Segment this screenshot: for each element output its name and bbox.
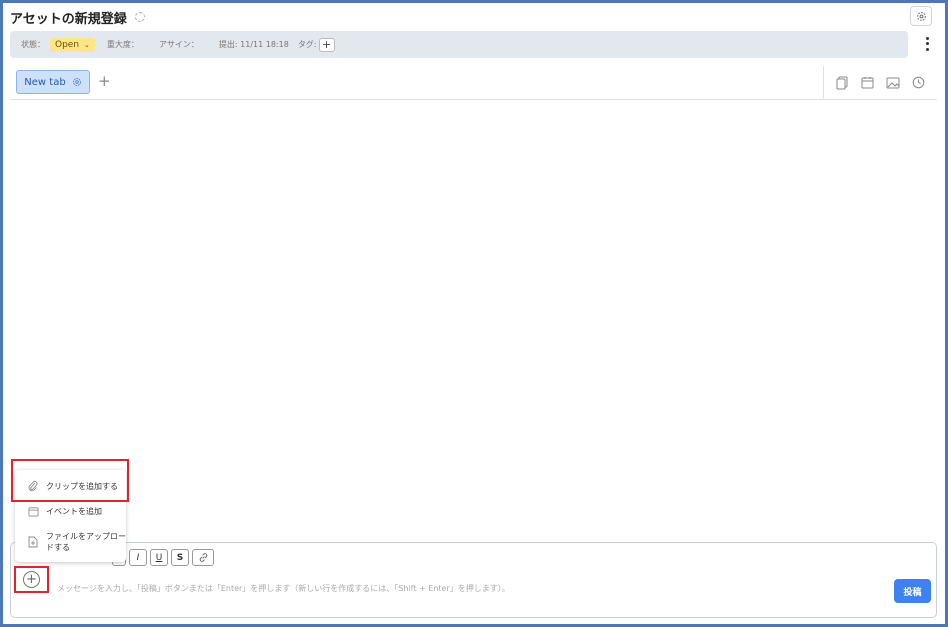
add-attachment-button[interactable]: + [23,571,40,588]
tab-label: New tab [24,76,66,88]
page-title: アセットの新規登録 [10,11,127,27]
tab-bar: New tab + [10,66,937,100]
tab-settings-icon[interactable] [72,77,82,87]
add-tag-button[interactable]: + [318,37,335,52]
calendar-icon [27,505,39,517]
menu-item-label: ファイルをアップロー ドする [46,531,126,553]
assign-label[interactable]: アサイン： [159,39,199,50]
attach-button-highlight: + [14,566,49,593]
link-button[interactable] [192,549,214,566]
settings-button[interactable] [910,6,932,26]
message-composer: I U S メッセージを入力し、「投稿」ボタンまたは「Enter」を押します（新… [10,542,937,618]
submitted-text: 提出: 11/11 18:18 [218,40,289,49]
underline-button[interactable]: U [150,549,168,566]
title-row: アセットの新規登録 [10,8,145,27]
calendar-icon[interactable] [861,76,875,90]
gear-icon [916,11,926,21]
format-toolbar: I U S [112,549,214,566]
title-status-icon [134,12,145,22]
italic-button[interactable]: I [129,549,147,566]
tab-new-tab[interactable]: New tab [16,70,90,94]
link-icon [199,553,207,562]
history-clock-icon[interactable] [911,76,925,90]
message-input[interactable]: メッセージを入力し、「投稿」ボタンまたは「Enter」を押します（新しい行を作成… [57,583,510,594]
status-label: 状態： [21,40,45,49]
more-menu-icon[interactable] [922,36,932,52]
status-dropdown[interactable]: Open ⌄ [50,37,95,52]
status-value: Open [55,39,80,50]
tags-label: タグ: [297,40,317,49]
panel-icons [823,66,937,99]
chevron-down-icon: ⌄ [84,40,90,49]
file-upload-icon [27,536,39,548]
menu-item-label-line2: ドする [46,543,70,552]
clips-icon[interactable] [836,76,850,90]
menu-item-upload-file[interactable]: ファイルをアップロー ドする [15,529,126,555]
add-tab-button[interactable]: + [98,72,111,90]
menu-item-add-event[interactable]: イベントを追加 [15,503,126,519]
strikethrough-button[interactable]: S [171,549,189,566]
menu-item-label-line1: ファイルをアップロー [46,532,126,541]
add-clip-highlight [11,459,129,502]
menu-item-label: イベントを追加 [46,506,102,516]
severity-label[interactable]: 重大度： [107,39,139,50]
meta-bar: 状態： Open ⌄ 重大度： アサイン： 提出: 11/11 18:18 タグ… [10,31,908,58]
image-icon[interactable] [886,76,900,90]
post-button[interactable]: 投稿 [894,579,931,603]
